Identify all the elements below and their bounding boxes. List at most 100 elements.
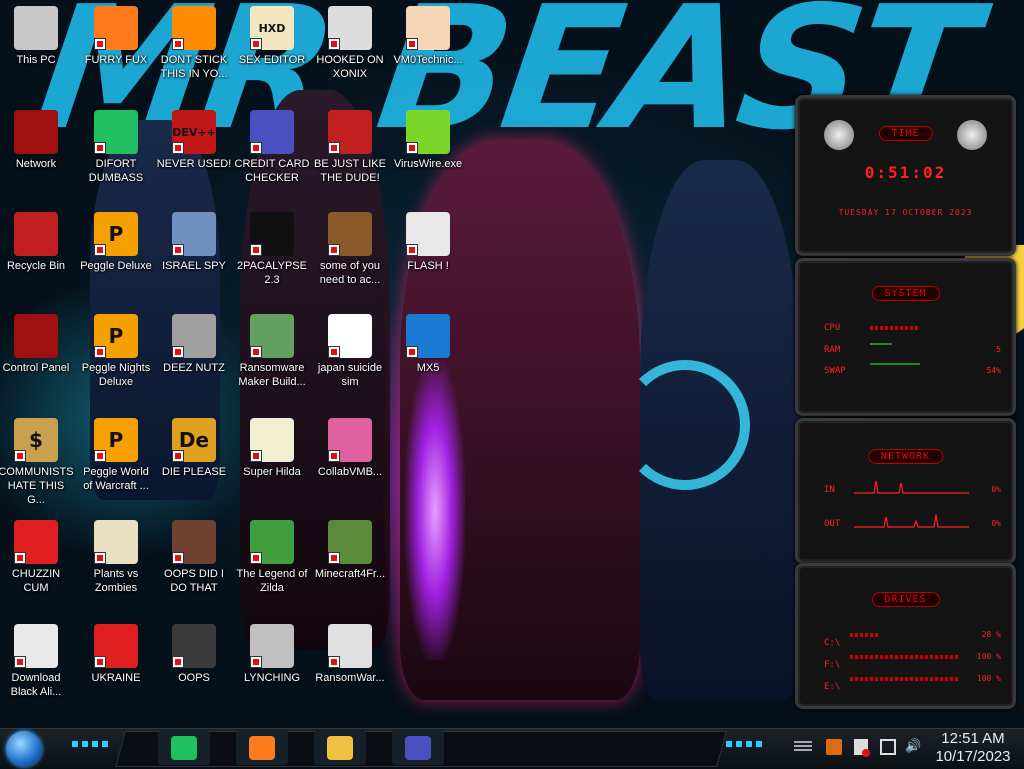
shortcut-overlay-icon <box>328 244 340 256</box>
widget-system-title: SYSTEM <box>871 286 940 301</box>
desktop-icon[interactable]: The Legend of Zilda <box>234 520 310 595</box>
taskbar-clock-date: 10/17/2023 <box>935 748 1011 765</box>
desktop-icon[interactable]: Network <box>0 110 74 171</box>
desktop-icon[interactable]: FURRY FUX <box>78 6 154 67</box>
taskbar-green-app-icon[interactable] <box>158 731 210 765</box>
desktop-icon-label: DIFORT DUMBASS <box>88 158 144 184</box>
widget-ram-value: 5 <box>996 345 1001 354</box>
desktop-icon[interactable]: CHUZZIN CUM <box>0 520 74 595</box>
show-hidden-icons-icon[interactable] <box>794 741 812 751</box>
desktop-icon[interactable]: This PC <box>0 6 74 67</box>
icon-glyph-text: P <box>108 428 124 452</box>
desktop-icon[interactable]: Minecraft4Fr... <box>312 520 388 581</box>
noose-icon <box>250 624 294 668</box>
widget-net-out-label: OUT <box>824 519 841 529</box>
desktop-icon[interactable]: CREDIT CARD CHECKER <box>234 110 310 185</box>
desktop-icon[interactable]: VM0Technic... <box>390 6 466 67</box>
icon-glyph-text: P <box>108 222 124 246</box>
desktop-icon[interactable]: some of you need to ac... <box>312 212 388 287</box>
network-share-icon <box>172 212 216 256</box>
desktop-icon-label: Network <box>15 158 57 170</box>
plants-vs-zombies-icon <box>94 520 138 564</box>
desktop-icon[interactable]: MX5 <box>390 314 466 375</box>
shortcut-overlay-icon <box>94 244 106 256</box>
taskbar-clock[interactable]: 12:51 AM 10/17/2023 <box>928 730 1018 766</box>
desktop-icon[interactable]: P Peggle World of Warcraft ... <box>78 418 154 493</box>
desktop-icon[interactable]: DEV++ NEVER USED! <box>156 110 232 171</box>
desktop-icon[interactable]: LYNCHING <box>234 624 310 685</box>
desktop-icon[interactable]: Ransomware Maker Build... <box>234 314 310 389</box>
desktop-icon[interactable]: DEEZ NUTZ <box>156 314 232 375</box>
pinned-app-glyph <box>327 736 353 760</box>
desktop-icon[interactable]: Download Black Ali... <box>0 624 74 699</box>
desktop-icon[interactable]: HOOKED ON XONIX <box>312 6 388 81</box>
widget-net-out-graph <box>854 514 969 528</box>
desktop-icon-label: Peggle Deluxe <box>80 260 152 272</box>
taskbar-file-explorer-icon[interactable] <box>314 731 366 765</box>
alien-network-icon <box>14 110 58 154</box>
desktop-icon[interactable]: $ COMMUNISTS HATE THIS G... <box>0 418 74 507</box>
devcpp-icon: DEV++ <box>172 110 216 154</box>
shortcut-overlay-icon <box>328 142 340 154</box>
shortcut-overlay-icon <box>14 450 26 462</box>
shortcut-overlay-icon <box>94 142 106 154</box>
widget-time-date: TUESDAY 17 OCTOBER 2023 <box>838 208 973 217</box>
desktop-icon[interactable]: Recycle Bin <box>0 212 74 273</box>
desktop-icon-label: CHUZZIN CUM <box>11 568 61 594</box>
widget-cpu-label: CPU <box>824 323 841 333</box>
desktop-icon[interactable]: BE JUST LIKE THE DUDE! <box>312 110 388 185</box>
desktop-icon[interactable]: P Peggle Nights Deluxe <box>78 314 154 389</box>
shortcut-overlay-icon <box>250 552 262 564</box>
taskbar-credit-card-icon[interactable] <box>392 731 444 765</box>
recycle-bin-icon <box>14 212 58 256</box>
desktop-icon[interactable]: HXD SEX EDITOR <box>234 6 310 67</box>
desktop-icon[interactable]: Super Hilda <box>234 418 310 479</box>
desktop-icon[interactable]: Plants vs Zombies <box>78 520 154 595</box>
widget-ram-graph <box>870 343 892 345</box>
taskbar-firefox-icon[interactable] <box>236 731 288 765</box>
desktop-icon[interactable]: ISRAEL SPY <box>156 212 232 273</box>
credit-card-icon <box>250 110 294 154</box>
desktop-icon-label: FURRY FUX <box>84 54 148 66</box>
widget-net-in-label: IN <box>824 485 835 495</box>
desktop-icon[interactable]: Control Panel <box>0 314 74 375</box>
desktop-icon[interactable]: P Peggle Deluxe <box>78 212 154 273</box>
desktop-icon-label: Recycle Bin <box>6 260 66 272</box>
widget-drive-row: E:\ 100 % <box>824 674 1001 692</box>
tray-network-icon[interactable] <box>880 739 896 755</box>
shortcut-overlay-icon <box>172 552 184 564</box>
start-orb-button[interactable] <box>6 731 42 767</box>
tray-action-center-icon[interactable] <box>854 739 870 757</box>
widget-net-in-graph <box>854 480 969 494</box>
control-panel-icon <box>14 314 58 358</box>
tray-flag-icon[interactable] <box>826 739 842 755</box>
desktop-icon[interactable]: UKRAINE <box>78 624 154 685</box>
widget-drive-label: F:\ <box>824 660 841 670</box>
desktop-icon[interactable]: DIFORT DUMBASS <box>78 110 154 185</box>
shortcut-overlay-icon <box>406 346 418 358</box>
taskbar-deco-right <box>726 741 766 747</box>
desktop-icon[interactable]: C:\ 2PACALYPSE 2.3 <box>234 212 310 287</box>
widget-drive-bar <box>850 677 960 681</box>
desktop-icon[interactable]: OOPS DID I DO THAT <box>156 520 232 595</box>
desktop-icon[interactable]: DONT STICK THIS IN YO... <box>156 6 232 81</box>
desktop-icon[interactable]: CollabVMB... <box>312 418 388 479</box>
desktop-icon-label: This PC <box>16 54 56 66</box>
desktop-icon[interactable]: De DIE PLEASE <box>156 418 232 479</box>
icon-glyph-text: HXD <box>258 21 286 35</box>
alien-logo-right-icon <box>957 120 987 150</box>
desktop-icon[interactable]: VirusWire.exe <box>390 110 466 171</box>
shortcut-overlay-icon <box>172 450 184 462</box>
widget-time-panel: TIME 0:51:02 TUESDAY 17 OCTOBER 2023 <box>795 95 1016 256</box>
desktop-icon[interactable]: FLASH ! <box>390 212 466 273</box>
icon-glyph-text: C:\ <box>263 227 281 241</box>
desktop-icon[interactable]: RansomWar... <box>312 624 388 685</box>
desktop-icon[interactable]: japan suicide sim <box>312 314 388 389</box>
xd-editor-icon: HXD <box>250 6 294 50</box>
tray-volume-icon[interactable]: 🔊 <box>905 739 921 754</box>
desktop-icon-label: DIE PLEASE <box>161 466 227 478</box>
widget-drive-label: C:\ <box>824 638 841 648</box>
widget-drives-title: DRIVES <box>871 592 940 607</box>
desktop-icon-label: Super Hilda <box>243 466 301 478</box>
desktop-icon[interactable]: OOPS <box>156 624 232 685</box>
